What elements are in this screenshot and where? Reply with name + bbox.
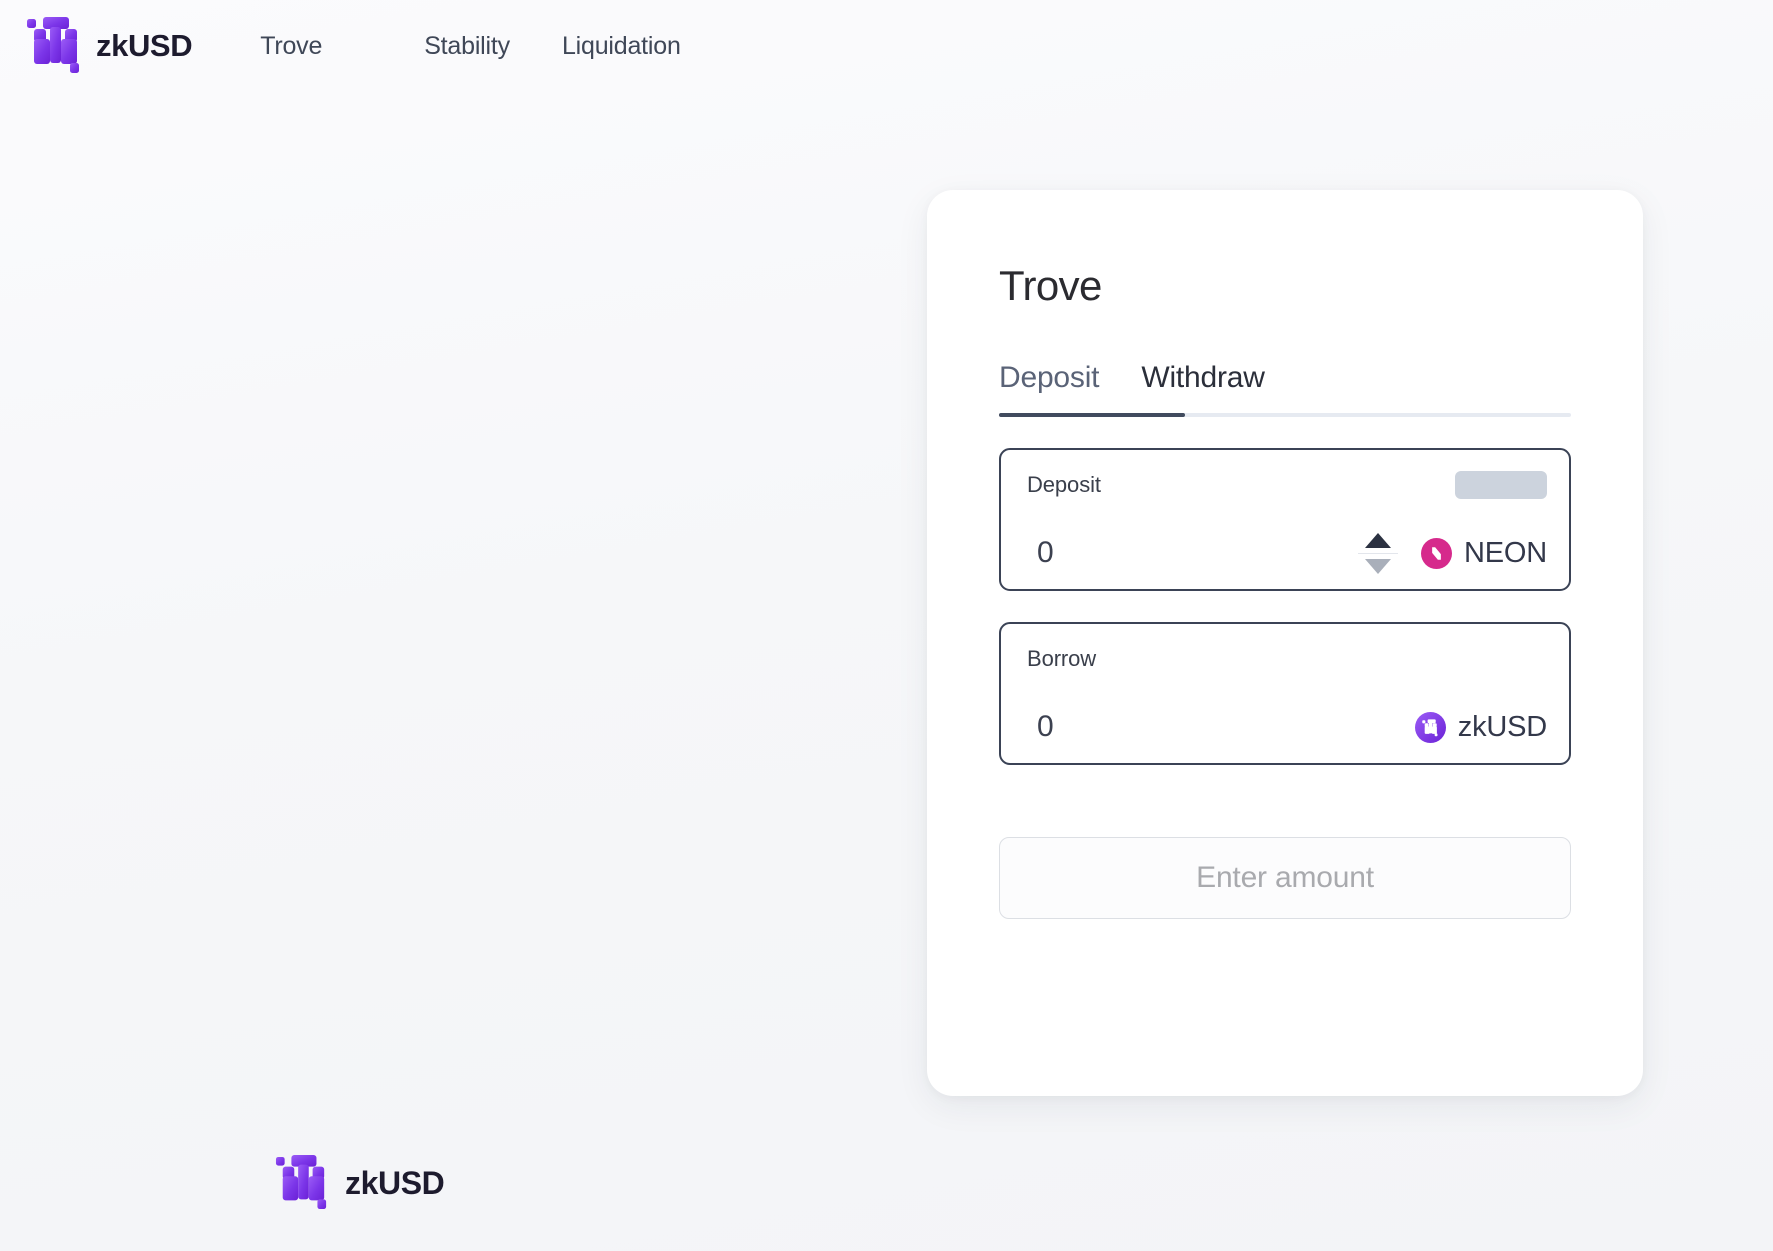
borrow-token-selector[interactable]: zkUSD	[1414, 710, 1547, 744]
borrow-field-row: 0 zkUSD	[1027, 698, 1547, 756]
trove-card: Trove Deposit Withdraw Deposit 0 NEON Bo…	[927, 190, 1643, 1096]
footer-logo[interactable]: zkUSD	[275, 1153, 445, 1213]
tab-track	[999, 413, 1571, 417]
stepper-down-icon[interactable]	[1365, 558, 1391, 574]
stepper-divider	[1358, 552, 1398, 554]
borrow-amount-input[interactable]: 0	[1027, 710, 1415, 744]
tab-row: Deposit Withdraw	[999, 361, 1571, 413]
tab-withdraw[interactable]: Withdraw	[1141, 361, 1265, 413]
page-title: Trove	[999, 262, 1102, 309]
nav-item-stability[interactable]: Stability	[424, 32, 510, 61]
tab-deposit[interactable]: Deposit	[999, 361, 1100, 413]
deposit-balance-skeleton	[1455, 471, 1547, 499]
borrow-token-label: zkUSD	[1457, 710, 1547, 743]
stepper-up-icon[interactable]	[1365, 532, 1391, 548]
zkusd-pixel-t-logo-icon	[27, 17, 79, 73]
nav-item-liquidation[interactable]: Liquidation	[562, 32, 681, 61]
deposit-field[interactable]: Deposit 0 NEON	[999, 448, 1571, 591]
brand-wordmark: zkUSD	[96, 28, 193, 63]
main-nav: Trove Stability Liquidation	[260, 32, 681, 61]
brand-logo[interactable]: zkUSD	[26, 15, 193, 77]
submit-button[interactable]: Enter amount	[999, 837, 1571, 919]
deposit-stepper[interactable]	[1355, 524, 1401, 582]
borrow-field-label: Borrow	[1027, 646, 1097, 671]
borrow-field[interactable]: Borrow 0 zkUSD	[999, 622, 1571, 765]
zkusd-pixel-t-logo-icon	[275, 1155, 327, 1210]
deposit-token-label: NEON	[1464, 536, 1547, 569]
deposit-field-row: 0 NEON	[1027, 524, 1547, 582]
footer-wordmark: zkUSD	[345, 1164, 445, 1201]
tab-group: Deposit Withdraw	[999, 361, 1571, 417]
tab-active-indicator	[999, 413, 1185, 417]
deposit-amount-input[interactable]: 0	[1027, 536, 1355, 570]
zkusd-token-icon	[1414, 711, 1446, 743]
nav-item-trove[interactable]: Trove	[260, 32, 322, 61]
deposit-token-selector[interactable]: NEON	[1421, 537, 1547, 570]
neon-token-icon	[1421, 537, 1452, 569]
app-header: zkUSD Trove Stability Liquidation	[0, 0, 1773, 92]
